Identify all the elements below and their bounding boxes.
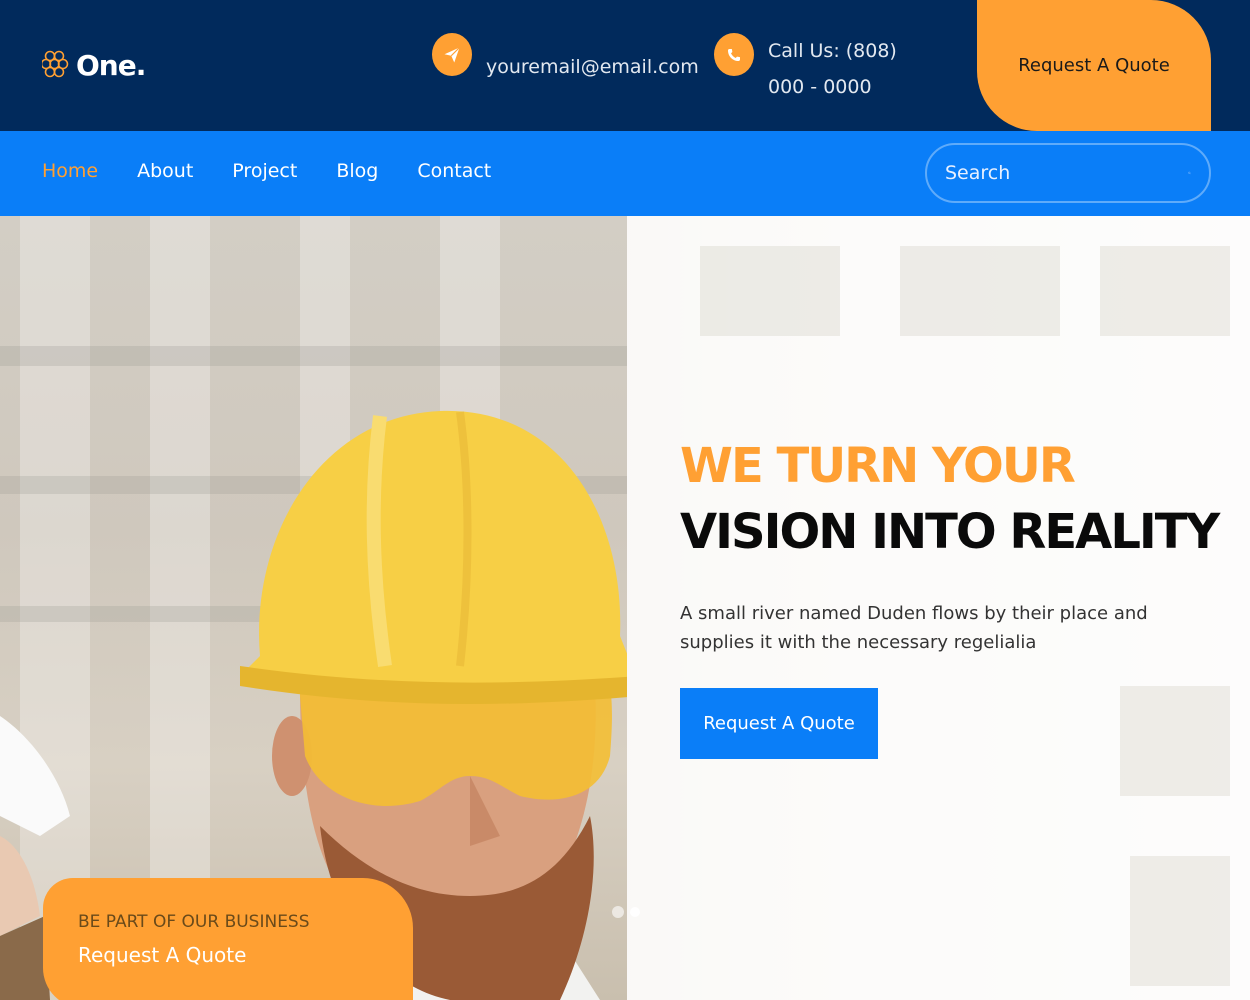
hero-title-line-1: WE TURN YOUR: [680, 438, 1076, 494]
search-icon[interactable]: [1188, 164, 1191, 182]
search-box: [925, 143, 1211, 203]
slider-dot-active[interactable]: [630, 907, 640, 917]
nav-item-blog[interactable]: Blog: [336, 160, 378, 182]
main-nav: Home About Project Blog Contact: [0, 131, 1250, 216]
contact-phone: Call Us: (808) 000 - 0000: [714, 33, 938, 105]
phone-icon: [714, 33, 754, 76]
business-card-quote-link[interactable]: Request A Quote: [78, 943, 413, 967]
top-bar: One. youremail@email.com Call Us: (808) …: [0, 0, 1250, 131]
hero-title-line-2: VISION INTO REALITY: [680, 504, 1220, 560]
paper-plane-icon: [432, 33, 472, 76]
hero-description: A small river named Duden flows by their…: [680, 603, 1148, 653]
nav-item-contact[interactable]: Contact: [417, 160, 491, 182]
hero-section: WE TURN YOUR VISION INTO REALITY A small…: [0, 216, 1250, 1000]
nav-links: Home About Project Blog Contact: [42, 160, 491, 182]
contact-email: youremail@email.com: [432, 33, 699, 85]
nav-item-project[interactable]: Project: [232, 160, 297, 182]
brand-logo[interactable]: One.: [42, 48, 146, 82]
nav-item-home[interactable]: Home: [42, 160, 98, 182]
brand-name: One.: [76, 48, 146, 82]
slider-dots: [612, 906, 640, 918]
business-card-kicker: BE PART OF OUR BUSINESS: [78, 912, 310, 932]
phone-link[interactable]: Call Us: (808) 000 - 0000: [768, 33, 938, 105]
header-request-quote-button[interactable]: Request A Quote: [977, 0, 1211, 131]
email-link[interactable]: youremail@email.com: [486, 49, 699, 85]
honeycomb-logo-icon: [42, 50, 69, 78]
slider-dot[interactable]: [612, 906, 624, 918]
nav-item-about[interactable]: About: [137, 160, 193, 182]
search-input[interactable]: [945, 162, 1188, 184]
hero-request-quote-button[interactable]: Request A Quote: [680, 688, 878, 759]
business-quote-card: BE PART OF OUR BUSINESS Request A Quote: [43, 878, 413, 1000]
